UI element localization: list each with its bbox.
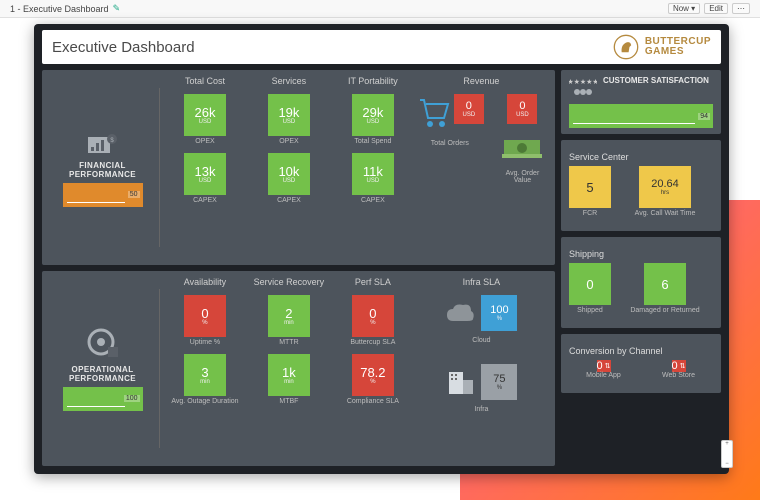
tile-avg-order[interactable]: 0USD xyxy=(507,94,537,124)
tile-totalcost-capex[interactable]: 13kUSD xyxy=(184,153,226,195)
cash-icon xyxy=(502,134,542,160)
csat-title: CUSTOMER SATISFACTION xyxy=(603,76,709,85)
tile-itport-spend[interactable]: 29kUSD xyxy=(352,94,394,136)
building-icon xyxy=(445,370,475,396)
horse-icon xyxy=(613,34,639,60)
tile-mttr[interactable]: 2min xyxy=(268,295,310,337)
col-head-recovery: Service Recovery xyxy=(254,277,325,289)
edit-button[interactable]: Edit xyxy=(704,3,728,14)
tile-conv-web[interactable]: 0⇅ xyxy=(672,360,686,372)
dashboard-stage: Executive Dashboard BUTTERCUPGAMES $ FIN… xyxy=(34,24,729,474)
col-head-services: Services xyxy=(272,76,307,88)
tile-uptime[interactable]: 0% xyxy=(184,295,226,337)
tile-totalcost-opex[interactable]: 26kUSD xyxy=(184,94,226,136)
tile-fcr[interactable]: 5 xyxy=(569,166,611,208)
more-button[interactable]: ⋯ xyxy=(732,3,750,14)
col-head-itport: IT Portability xyxy=(348,76,398,88)
tile-wait-time[interactable]: 20.64hrs xyxy=(639,166,691,208)
conversion-panel: Conversion by Channel 0⇅ Mobile App 0⇅ W… xyxy=(561,334,721,393)
col-head-perf-sla: Perf SLA xyxy=(355,277,391,289)
tile-conv-mobile[interactable]: 0⇅ xyxy=(597,360,611,372)
tile-services-opex[interactable]: 19kUSD xyxy=(268,94,310,136)
financial-sparkline: 50 xyxy=(63,183,143,207)
col-head-availability: Availability xyxy=(184,277,226,289)
tile-mtbf[interactable]: 1kmin xyxy=(268,354,310,396)
shipping-title: Shipping xyxy=(569,249,713,259)
shipping-panel: Shipping 0 Shipped 6 Damaged or Returned xyxy=(561,237,721,328)
tile-buttercup-sla[interactable]: 0% xyxy=(352,295,394,337)
tile-services-capex[interactable]: 10kUSD xyxy=(268,153,310,195)
zoom-control[interactable]: +− xyxy=(721,440,733,468)
tile-shipped[interactable]: 0 xyxy=(569,263,611,305)
tile-itport-capex[interactable]: 11kUSD xyxy=(352,153,394,195)
conversion-title: Conversion by Channel xyxy=(569,346,713,356)
service-center-title: Service Center xyxy=(569,152,713,162)
cart-icon xyxy=(416,94,450,130)
operational-category-title: OPERATIONAL PERFORMANCE xyxy=(50,365,155,383)
tile-outage[interactable]: 3min xyxy=(184,354,226,396)
financial-category-title: FINANCIAL PERFORMANCE xyxy=(50,161,155,179)
tile-total-orders[interactable]: 0USD xyxy=(454,94,484,124)
col-head-total-cost: Total Cost xyxy=(185,76,225,88)
people-icon: ★★★★★ xyxy=(569,76,597,100)
tile-infra-sla[interactable]: 75% xyxy=(481,364,517,400)
csat-panel: ★★★★★ CUSTOMER SATISFACTION 94 xyxy=(561,70,721,134)
operational-sparkline: 100 xyxy=(63,387,143,411)
brand-logo: BUTTERCUPGAMES xyxy=(613,34,711,60)
page-title: Executive Dashboard xyxy=(52,39,195,56)
tile-cloud-sla[interactable]: 100% xyxy=(481,295,517,331)
operational-icon xyxy=(86,327,120,361)
timerange-button[interactable]: Now ▾ xyxy=(668,3,700,14)
window-title: 1 - Executive Dashboard xyxy=(10,4,109,14)
service-center-panel: Service Center 5 FCR 20.64hrs Avg. Call … xyxy=(561,140,721,231)
edit-title-icon[interactable]: ✎ xyxy=(113,3,121,14)
brand-line2: GAMES xyxy=(645,47,711,57)
dashboard-header: Executive Dashboard BUTTERCUPGAMES xyxy=(42,30,721,64)
csat-sparkline: 94 xyxy=(569,104,713,128)
window-topbar: 1 - Executive Dashboard ✎ Now ▾ Edit ⋯ xyxy=(0,0,760,18)
svg-text:★★★★★: ★★★★★ xyxy=(569,78,597,86)
cloud-icon xyxy=(445,303,475,325)
operational-panel: OPERATIONAL PERFORMANCE 100 Availability… xyxy=(42,271,555,466)
financial-icon: $ xyxy=(86,129,120,157)
col-head-infra-sla: Infra SLA xyxy=(463,277,501,289)
tile-compliance-sla[interactable]: 78.2% xyxy=(352,354,394,396)
financial-panel: $ FINANCIAL PERFORMANCE 50 Total Cost 26… xyxy=(42,70,555,265)
col-head-revenue: Revenue xyxy=(463,76,499,88)
tile-damaged[interactable]: 6 xyxy=(644,263,686,305)
